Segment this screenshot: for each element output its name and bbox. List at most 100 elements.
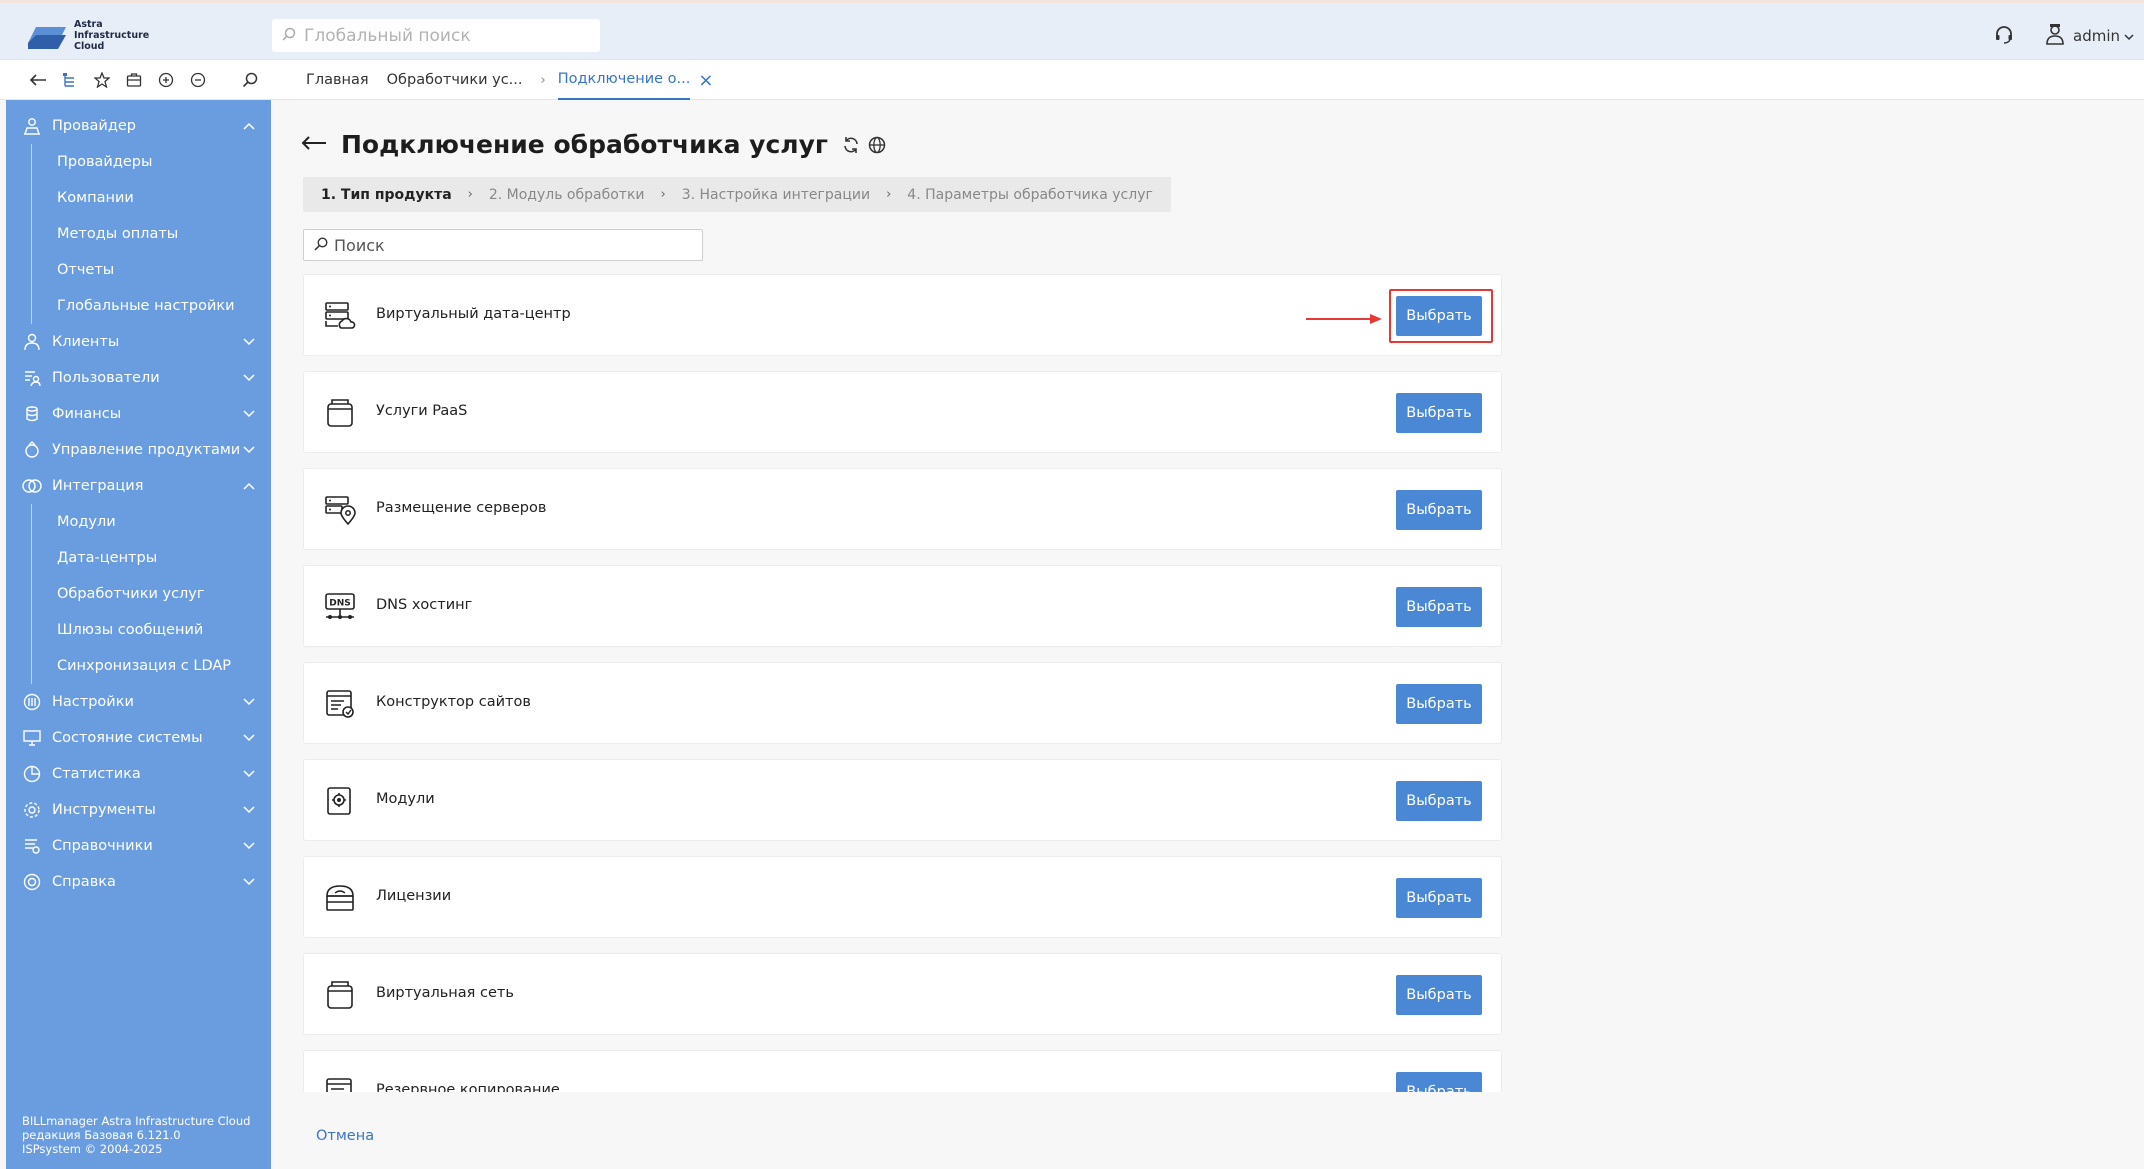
back-arrow-icon[interactable] — [301, 135, 327, 155]
sidebar-item-modules[interactable]: Модули — [32, 504, 271, 540]
chevron-down-icon — [243, 802, 255, 818]
star-icon[interactable] — [86, 68, 118, 92]
list-item-label: Виртуальная сеть — [376, 985, 514, 1001]
server-location-icon — [324, 494, 356, 526]
cancel-link[interactable]: Отмена — [316, 1128, 374, 1144]
sidebar-item-ldap-sync[interactable]: Синхронизация с LDAP — [32, 648, 271, 684]
sidebar-group-label: Статистика — [52, 766, 141, 782]
list-item: Конструктор сайтов Выбрать — [303, 662, 1502, 744]
list-item: Виртуальный дата-центр Выбрать — [303, 274, 1502, 356]
help-icon — [22, 872, 42, 892]
zoom-out-icon[interactable] — [182, 68, 214, 92]
step-processing-module: 2. Модуль обработки — [488, 186, 645, 203]
top-bar: Astra Infrastructure Cloud Глобальный по… — [0, 3, 2144, 60]
chevron-right-icon: › — [886, 187, 892, 202]
sidebar-group-system-status[interactable]: Состояние системы — [6, 720, 271, 756]
user-icon — [2045, 23, 2065, 49]
search-input[interactable]: Поиск — [303, 229, 703, 261]
refresh-icon[interactable] — [842, 136, 860, 154]
sidebar-item-global-settings[interactable]: Глобальные настройки — [32, 288, 271, 324]
chevron-down-icon — [243, 406, 255, 422]
sidebar-item-payment-methods[interactable]: Методы оплаты — [32, 216, 271, 252]
search-icon — [282, 26, 296, 45]
sidebar-group-clients[interactable]: Клиенты — [6, 324, 271, 360]
sidebar-item-providers[interactable]: Провайдеры — [32, 144, 271, 180]
product-name: BILLmanager Astra Infrastructure Cloud — [22, 1114, 251, 1128]
sidebar-group-help[interactable]: Справка — [6, 864, 271, 900]
chevron-down-icon — [243, 370, 255, 386]
sidebar-group-product-management[interactable]: Управление продуктами — [6, 432, 271, 468]
sidebar-group-label: Финансы — [52, 406, 122, 422]
chevron-up-icon — [243, 478, 255, 494]
svg-text:DNS: DNS — [329, 599, 351, 609]
support-icon[interactable] — [1994, 25, 2014, 49]
copyright: ISPsystem © 2004-2025 — [22, 1142, 163, 1156]
global-search-input[interactable]: Глобальный поиск — [272, 19, 600, 52]
select-button[interactable]: Выбрать — [1396, 1072, 1482, 1092]
list-item-label: Резервное копирование — [376, 1082, 560, 1092]
select-button[interactable]: Выбрать — [1396, 587, 1482, 627]
logo-text-line: Cloud — [74, 41, 105, 52]
sidebar-group-integration[interactable]: Интеграция — [6, 468, 271, 504]
globe-icon[interactable] — [868, 136, 886, 154]
close-icon[interactable]: × — [698, 70, 713, 91]
sidebar-group-settings[interactable]: Настройки — [6, 684, 271, 720]
sidebar-group-users[interactable]: Пользователи — [6, 360, 271, 396]
sidebar-group-provider[interactable]: Провайдер — [6, 108, 271, 144]
list-item: Лицензии Выбрать — [303, 856, 1502, 938]
logo-text-line: Astra — [74, 19, 103, 30]
finance-icon — [22, 404, 42, 424]
sidebar-group-finance[interactable]: Финансы — [6, 396, 271, 432]
clients-icon — [22, 332, 42, 352]
select-button[interactable]: Выбрать — [1396, 490, 1482, 530]
sidebar-group-reference[interactable]: Справочники — [6, 828, 271, 864]
sidebar-group-tools[interactable]: Инструменты — [6, 792, 271, 828]
tab-home[interactable]: Главная — [306, 60, 369, 100]
list-item: Модули Выбрать — [303, 759, 1502, 841]
select-button[interactable]: Выбрать — [1396, 975, 1482, 1015]
license-icon — [324, 882, 356, 914]
chevron-down-icon — [243, 874, 255, 890]
sidebar-group-statistics[interactable]: Статистика — [6, 756, 271, 792]
annotation-arrow-icon — [1306, 314, 1382, 324]
zoom-in-icon[interactable] — [150, 68, 182, 92]
users-icon — [22, 368, 42, 388]
sidebar-group-label: Инструменты — [52, 802, 156, 818]
sidebar-group-label: Клиенты — [52, 334, 120, 350]
tab-connect-handler[interactable]: Подключение о... — [557, 60, 691, 100]
chevron-down-icon — [243, 334, 255, 350]
chevron-down-icon — [2124, 27, 2134, 45]
logo-icon — [26, 21, 70, 51]
briefcase-icon[interactable] — [118, 68, 150, 92]
page-title: Подключение обработчика услуг — [341, 130, 828, 159]
list-item-label: Конструктор сайтов — [376, 694, 531, 710]
list-item-label: Услуги PaaS — [376, 403, 468, 419]
sidebar-group-label: Интеграция — [52, 478, 144, 494]
logo-text-line: Infrastructure — [74, 30, 150, 41]
integration-icon — [22, 476, 42, 496]
sidebar-item-message-gateways[interactable]: Шлюзы сообщений — [32, 612, 271, 648]
back-icon[interactable] — [22, 68, 54, 92]
tab-service-handlers[interactable]: Обработчики ус... — [387, 60, 523, 100]
select-button[interactable]: Выбрать — [1396, 684, 1482, 724]
tree-icon[interactable] — [54, 68, 86, 92]
step-product-type[interactable]: 1. Тип продукта — [321, 187, 452, 203]
sidebar-footer: BILLmanager Astra Infrastructure Cloud р… — [22, 1114, 250, 1156]
sidebar-group-label: Пользователи — [52, 370, 160, 386]
sidebar-item-reports[interactable]: Отчеты — [32, 252, 271, 288]
select-button[interactable]: Выбрать — [1396, 393, 1482, 433]
sidebar-item-companies[interactable]: Компании — [32, 180, 271, 216]
list-item-label: Виртуальный дата-центр — [376, 306, 571, 322]
select-button[interactable]: Выбрать — [1396, 781, 1482, 821]
sidebar-item-service-handlers[interactable]: Обработчики услуг — [32, 576, 271, 612]
select-button[interactable]: Выбрать — [1396, 878, 1482, 918]
datacenter-icon — [324, 300, 356, 332]
list-item-label: Размещение серверов — [376, 500, 547, 516]
select-button[interactable]: Выбрать — [1396, 296, 1482, 336]
logo[interactable]: Astra Infrastructure Cloud — [26, 19, 149, 52]
search-icon — [314, 236, 328, 255]
search-icon[interactable] — [238, 68, 262, 92]
sidebar-item-datacenters[interactable]: Дата-центры — [32, 540, 271, 576]
list-item-label: Модули — [376, 791, 435, 807]
user-menu[interactable]: admin — [2045, 23, 2134, 49]
